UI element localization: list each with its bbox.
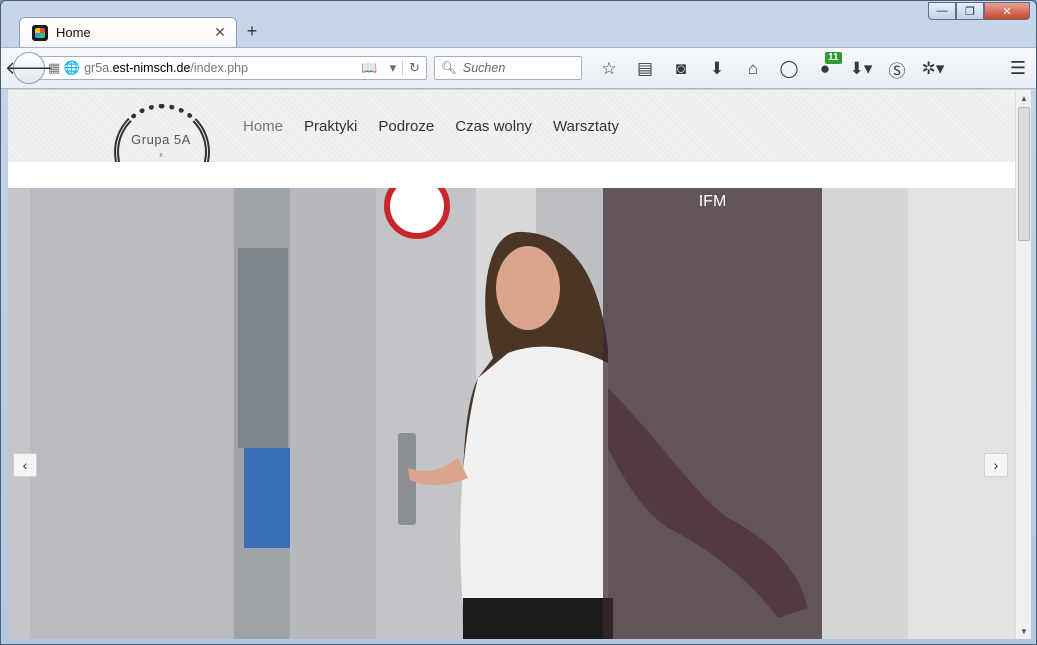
home-icon[interactable]: ⌂ [735, 59, 771, 79]
download-icon[interactable]: ⬇ [699, 59, 735, 79]
logo-subtext: x [159, 152, 163, 159]
dropdown-arrow-icon[interactable]: ▾ [384, 60, 403, 76]
menu-item-praktyki[interactable]: Praktyki [304, 118, 357, 135]
scroll-thumb[interactable] [1018, 107, 1030, 241]
back-button[interactable]: 🡐 [5, 52, 53, 84]
window-controls: — ❐ ✕ [928, 2, 1030, 20]
image-slider: IFM ‹ › [8, 188, 1015, 639]
menu-item-czas-wolny[interactable]: Czas wolny [455, 118, 532, 135]
main-menu: Home Praktyki Podroze Czas wolny Warszta… [243, 118, 619, 135]
search-input[interactable]: 🔍︎ Suchen [434, 56, 582, 80]
slider-next-button[interactable]: › [984, 453, 1008, 477]
scroll-down-icon[interactable]: ▼ [1016, 623, 1032, 639]
search-icon: 🔍︎ [441, 60, 457, 75]
chat-icon[interactable]: ◯ [771, 59, 807, 79]
logo-text: Grupa 5A [131, 132, 191, 147]
menu-item-podroze[interactable]: Podroze [378, 118, 434, 135]
slider-prev-button[interactable]: ‹ [13, 453, 37, 477]
site-header: Grupa 5A x Home Praktyki Podroze Czas wo… [8, 90, 1015, 162]
reading-list-icon[interactable]: ▤ [627, 59, 663, 79]
browser-window: Home ✕ + — ❐ ✕ 🡐 ▦ 🌐 gr5a. est-nimsch.de… [0, 0, 1037, 645]
toolbar-icons: ☆ ▤ ◙ ⬇ ⌂ ◯ ● 11 ⬇▾ Ⓢ ✲▾ [591, 52, 951, 82]
tab-home[interactable]: Home ✕ [19, 17, 237, 47]
url-path: /index.php [190, 61, 249, 75]
back-arrow-icon: 🡐 [4, 57, 54, 78]
page-viewport: Grupa 5A x Home Praktyki Podroze Czas wo… [8, 90, 1015, 639]
navigation-toolbar: 🡐 ▦ 🌐 gr5a. est-nimsch.de /index.php 📖 ▾… [1, 47, 1036, 89]
s-addon-icon[interactable]: Ⓢ [879, 57, 915, 82]
slide-caption: IFM [698, 193, 727, 210]
pocket-icon[interactable]: ◙ [663, 59, 699, 79]
menu-item-home[interactable]: Home [243, 118, 283, 135]
scroll-up-icon[interactable]: ▲ [1016, 90, 1032, 106]
reload-icon[interactable]: ↻ [402, 60, 426, 76]
site-favicon-icon [32, 24, 48, 41]
downloader-icon[interactable]: ⬇▾ [843, 59, 879, 79]
maximize-button[interactable]: ❐ [956, 2, 984, 20]
tab-close-icon[interactable]: ✕ [212, 24, 228, 41]
vertical-scrollbar[interactable]: ▲ ▼ [1015, 90, 1031, 639]
new-tab-button[interactable]: + [243, 21, 261, 42]
search-placeholder: Suchen [462, 61, 506, 75]
url-subdomain: gr5a. [84, 61, 113, 75]
url-host: est-nimsch.de [112, 61, 191, 75]
slide-photo [8, 188, 1015, 639]
url-bar-actions: 📖 ▾ ↻ [355, 57, 426, 79]
menu-item-warsztaty[interactable]: Warsztaty [553, 118, 619, 135]
addon-badge: 11 [825, 52, 842, 64]
tab-title: Home [56, 25, 91, 40]
site-logo[interactable]: Grupa 5A x [111, 104, 211, 162]
star-icon[interactable]: ☆ [591, 59, 627, 79]
caption-overlay [603, 188, 822, 639]
minimize-button[interactable]: — [928, 2, 956, 20]
bug-addon-icon[interactable]: ✲▾ [915, 59, 951, 79]
addon-badge-icon[interactable]: ● 11 [807, 52, 843, 79]
close-window-button[interactable]: ✕ [984, 2, 1030, 20]
reader-view-icon[interactable]: 📖 [355, 60, 383, 76]
url-bar[interactable]: ▦ 🌐 gr5a. est-nimsch.de /index.php 📖 ▾ ↻ [31, 56, 427, 80]
title-bar: Home ✕ + — ❐ ✕ [1, 1, 1036, 47]
hamburger-icon[interactable]: ☰ [1010, 58, 1026, 79]
